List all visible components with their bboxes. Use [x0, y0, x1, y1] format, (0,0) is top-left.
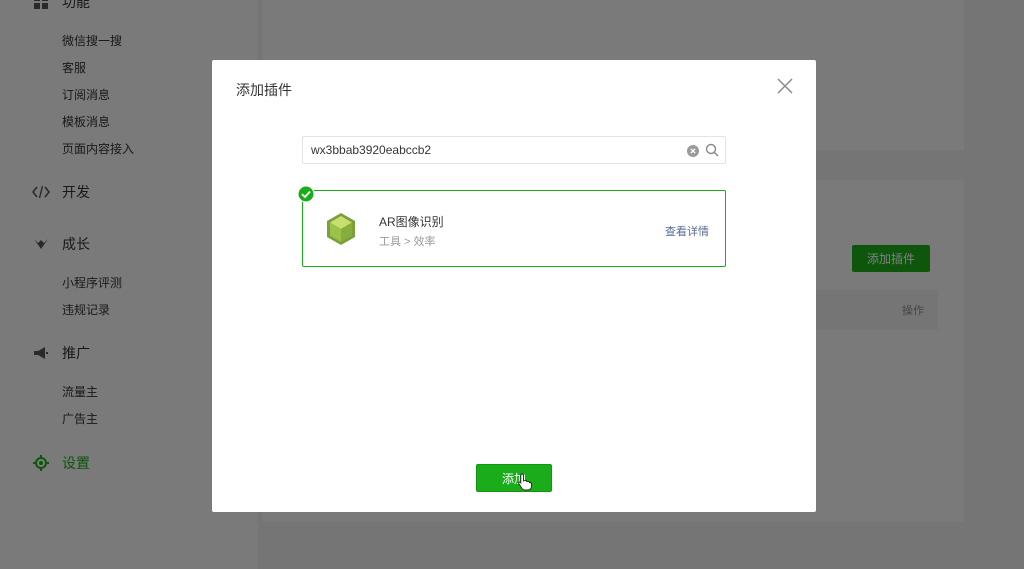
search-icon[interactable]: [705, 143, 719, 157]
dialog-title: 添加插件: [236, 82, 292, 98]
plugin-result-card[interactable]: AR图像识别 工具 > 效率 查看详情: [297, 185, 726, 267]
add-button[interactable]: 添加: [476, 464, 552, 492]
hand-cursor-icon: [518, 473, 532, 491]
close-icon[interactable]: [775, 76, 795, 96]
cube-icon: [325, 211, 357, 247]
view-details-link[interactable]: 查看详情: [665, 223, 709, 239]
check-icon: [297, 185, 315, 203]
clear-icon[interactable]: [687, 144, 699, 157]
plugin-search-box: [302, 136, 726, 164]
plugin-name: AR图像识别: [379, 215, 444, 229]
plugin-category: 工具 > 效率: [379, 236, 436, 248]
plugin-search-input[interactable]: [311, 137, 681, 163]
add-plugin-dialog: 添加插件 AR图像识别 工具 > 效率 查看详情 添加: [212, 60, 816, 512]
